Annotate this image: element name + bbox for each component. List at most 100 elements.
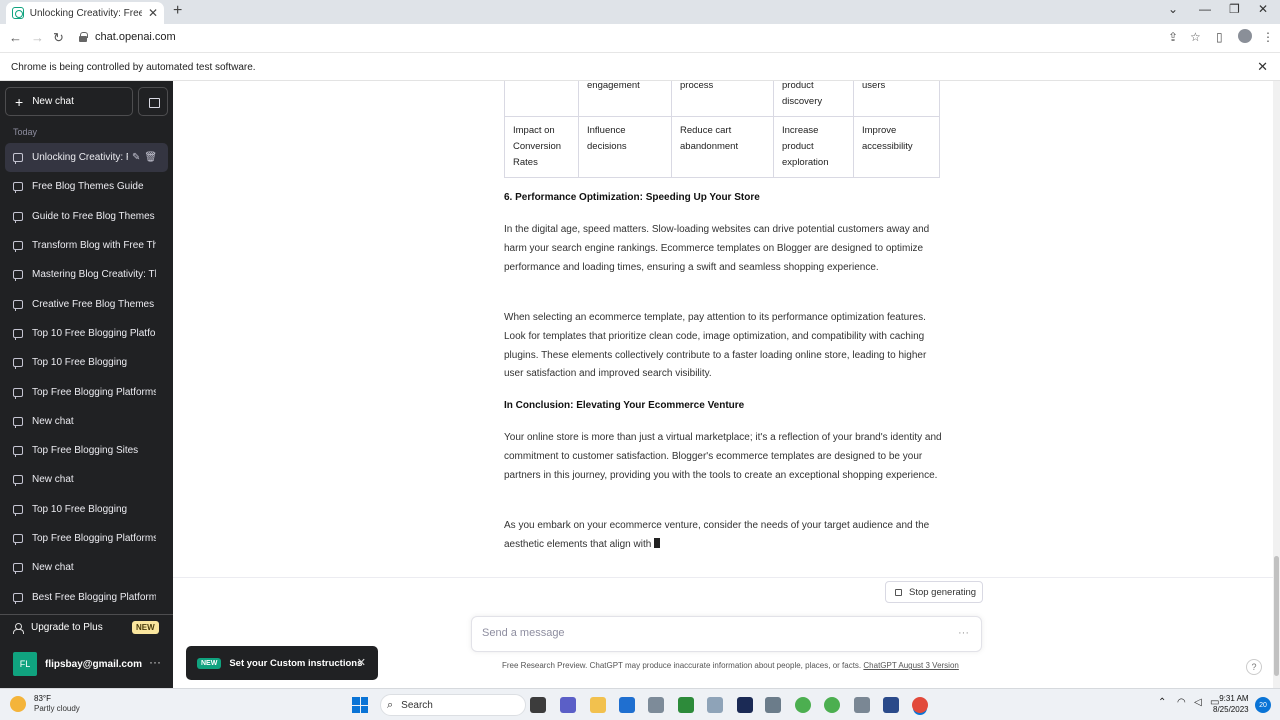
chrome-profile-icon[interactable] [824, 697, 840, 713]
trash-icon[interactable]: 🗑 [144, 152, 157, 163]
scrollbar-thumb[interactable] [1274, 556, 1279, 676]
paragraph-text: As you embark on your ecommerce venture,… [504, 520, 930, 550]
table-cell: users [853, 81, 940, 117]
stop-generating-button[interactable]: Stop generating [885, 581, 983, 603]
message-icon [13, 416, 23, 428]
message-icon [13, 328, 23, 340]
close-window-icon[interactable]: ✕ [1258, 2, 1268, 16]
windows-start-icon[interactable] [352, 697, 368, 713]
infobar-close-icon[interactable]: ✕ [1257, 59, 1268, 75]
file-explorer-icon[interactable] [590, 697, 606, 713]
chat-history-item[interactable]: Creative Free Blog Themes [5, 289, 168, 318]
app-icon[interactable] [883, 697, 899, 713]
windows-taskbar: 83°F Partly cloudy ⌕ Search ⌃ ◠ ◁ ▭ 9:31… [0, 688, 1280, 720]
chat-history-item[interactable]: Top 10 Free Blogging Platform [5, 319, 168, 348]
automation-infobar: Chrome is being controlled by automated … [0, 52, 1280, 81]
photos-icon[interactable] [707, 697, 723, 713]
table-row: Impact on Conversion Rates Influence dec… [504, 116, 940, 178]
notification-badge[interactable]: 20 [1255, 697, 1271, 713]
message-icon [13, 446, 23, 458]
infobar-text: Chrome is being controlled by automated … [11, 62, 256, 73]
message-icon [13, 182, 23, 194]
spreadsheet-icon[interactable] [678, 697, 694, 713]
chat-history-item[interactable]: Top Free Blogging Platforms [5, 524, 168, 553]
volume-icon[interactable]: ◁ [1194, 697, 1202, 708]
chat-history-item[interactable]: Unlocking Creativity: Fr ✎ 🗑 [5, 143, 168, 173]
tray-chevron-icon[interactable]: ⌃ [1158, 697, 1166, 708]
edit-icon[interactable]: ✎ [132, 152, 140, 163]
message-icon [13, 592, 23, 604]
chat-history-item[interactable]: New chat [5, 553, 168, 582]
task-view-icon[interactable] [530, 697, 546, 713]
table-cell: product discovery [773, 81, 854, 117]
scrollbar[interactable] [1273, 81, 1280, 688]
chat-history-item[interactable]: New chat [5, 465, 168, 494]
share-icon[interactable]: ⇪ [1168, 30, 1178, 44]
chat-history-item[interactable]: Top 10 Free Blogging [5, 348, 168, 377]
message-input[interactable] [482, 627, 922, 639]
new-chat-label: New chat [32, 96, 74, 107]
chat-history-item[interactable]: Mastering Blog Creativity: The [5, 260, 168, 289]
chat-history-label: Mastering Blog Creativity: The [32, 269, 156, 281]
chat-history-item[interactable]: New chat [5, 407, 168, 436]
app-icon[interactable] [854, 697, 870, 713]
vpn-icon[interactable] [765, 697, 781, 713]
chat-history-item[interactable]: Transform Blog with Free The [5, 231, 168, 260]
tab-close-icon[interactable]: ✕ [148, 6, 158, 20]
message-icon [13, 563, 23, 575]
lock-icon [79, 32, 88, 42]
photoshop-icon[interactable] [737, 697, 753, 713]
user-account-button[interactable]: FL flipsbay@gmail.com [13, 652, 142, 676]
new-chat-button[interactable]: + New chat [5, 87, 133, 116]
url-field[interactable]: chat.openai.com [95, 31, 176, 43]
chat-history-label: Best Free Blogging Platforms [32, 591, 156, 603]
reload-icon[interactable]: ↻ [53, 30, 64, 46]
browser-menu-icon[interactable]: ⋮ [1262, 30, 1274, 44]
conversation-view[interactable]: engagement process product discovery use… [173, 81, 1273, 578]
minimize-icon[interactable]: — [1199, 2, 1211, 16]
store-icon[interactable] [619, 697, 635, 713]
chat-history-item[interactable]: Best Free Blogging Platforms [5, 582, 168, 611]
chrome-icon[interactable] [795, 697, 811, 713]
wifi-icon[interactable]: ◠ [1177, 697, 1186, 708]
teams-chat-icon[interactable] [560, 697, 576, 713]
more-options-icon[interactable]: ··· [149, 655, 161, 669]
weather-temp: 83°F [34, 694, 51, 703]
restore-icon[interactable]: ❐ [1229, 2, 1240, 16]
chat-history-item[interactable]: Top 10 Free Blogging [5, 495, 168, 524]
chat-history-label: New chat [32, 474, 74, 486]
side-panel-icon[interactable]: ▯ [1216, 30, 1223, 44]
weather-widget[interactable]: 83°F Partly cloudy [10, 694, 80, 714]
chat-history-item[interactable]: Top Free Blogging Sites [5, 436, 168, 465]
chrome-active-icon[interactable] [912, 697, 928, 713]
paragraph: Your online store is more than just a vi… [504, 432, 942, 481]
table-cell: engagement [578, 81, 672, 117]
help-button[interactable]: ? [1246, 659, 1262, 675]
chat-history-label: New chat [32, 415, 74, 427]
address-bar: ← → ↻ chat.openai.com ⇪ ☆ ▯ ⋮ [0, 24, 1280, 52]
section-heading: 6. Performance Optimization: Speeding Up… [504, 192, 760, 203]
forward-icon[interactable]: → [31, 30, 44, 45]
version-link[interactable]: ChatGPT August 3 Version [863, 661, 958, 670]
custom-instructions-toast[interactable]: NEW Set your Custom instructions ✕ [186, 646, 378, 680]
taskbar-search[interactable]: ⌕ Search [380, 694, 526, 716]
system-clock[interactable]: 9:31 AM 8/25/2023 [1213, 693, 1249, 715]
toast-close-icon[interactable]: ✕ [357, 656, 366, 669]
table-cell: Increase product exploration [773, 116, 854, 178]
tab-search-icon[interactable]: ⌄ [1168, 2, 1178, 16]
bookmark-star-icon[interactable]: ☆ [1190, 30, 1201, 44]
message-icon [13, 241, 23, 253]
chat-history-item[interactable]: Top Free Blogging Platforms [5, 377, 168, 406]
chat-history-item[interactable]: Guide to Free Blog Themes [5, 202, 168, 231]
browser-tab[interactable]: Unlocking Creativity: Free Theme ✕ [6, 2, 164, 24]
upgrade-to-plus-button[interactable]: Upgrade to Plus [13, 622, 103, 634]
table-cell: Influence decisions [578, 116, 672, 178]
new-tab-icon[interactable]: + [173, 2, 182, 20]
app-icon[interactable] [648, 697, 664, 713]
profile-icon[interactable] [1238, 29, 1252, 43]
chat-history-item[interactable]: Free Blog Themes Guide [5, 172, 168, 201]
tab-title: Unlocking Creativity: Free Theme [29, 7, 142, 19]
browser-tabstrip: Unlocking Creativity: Free Theme ✕ + ⌄ —… [0, 0, 1280, 24]
back-icon[interactable]: ← [9, 30, 22, 45]
toggle-sidebar-button[interactable] [138, 87, 168, 116]
